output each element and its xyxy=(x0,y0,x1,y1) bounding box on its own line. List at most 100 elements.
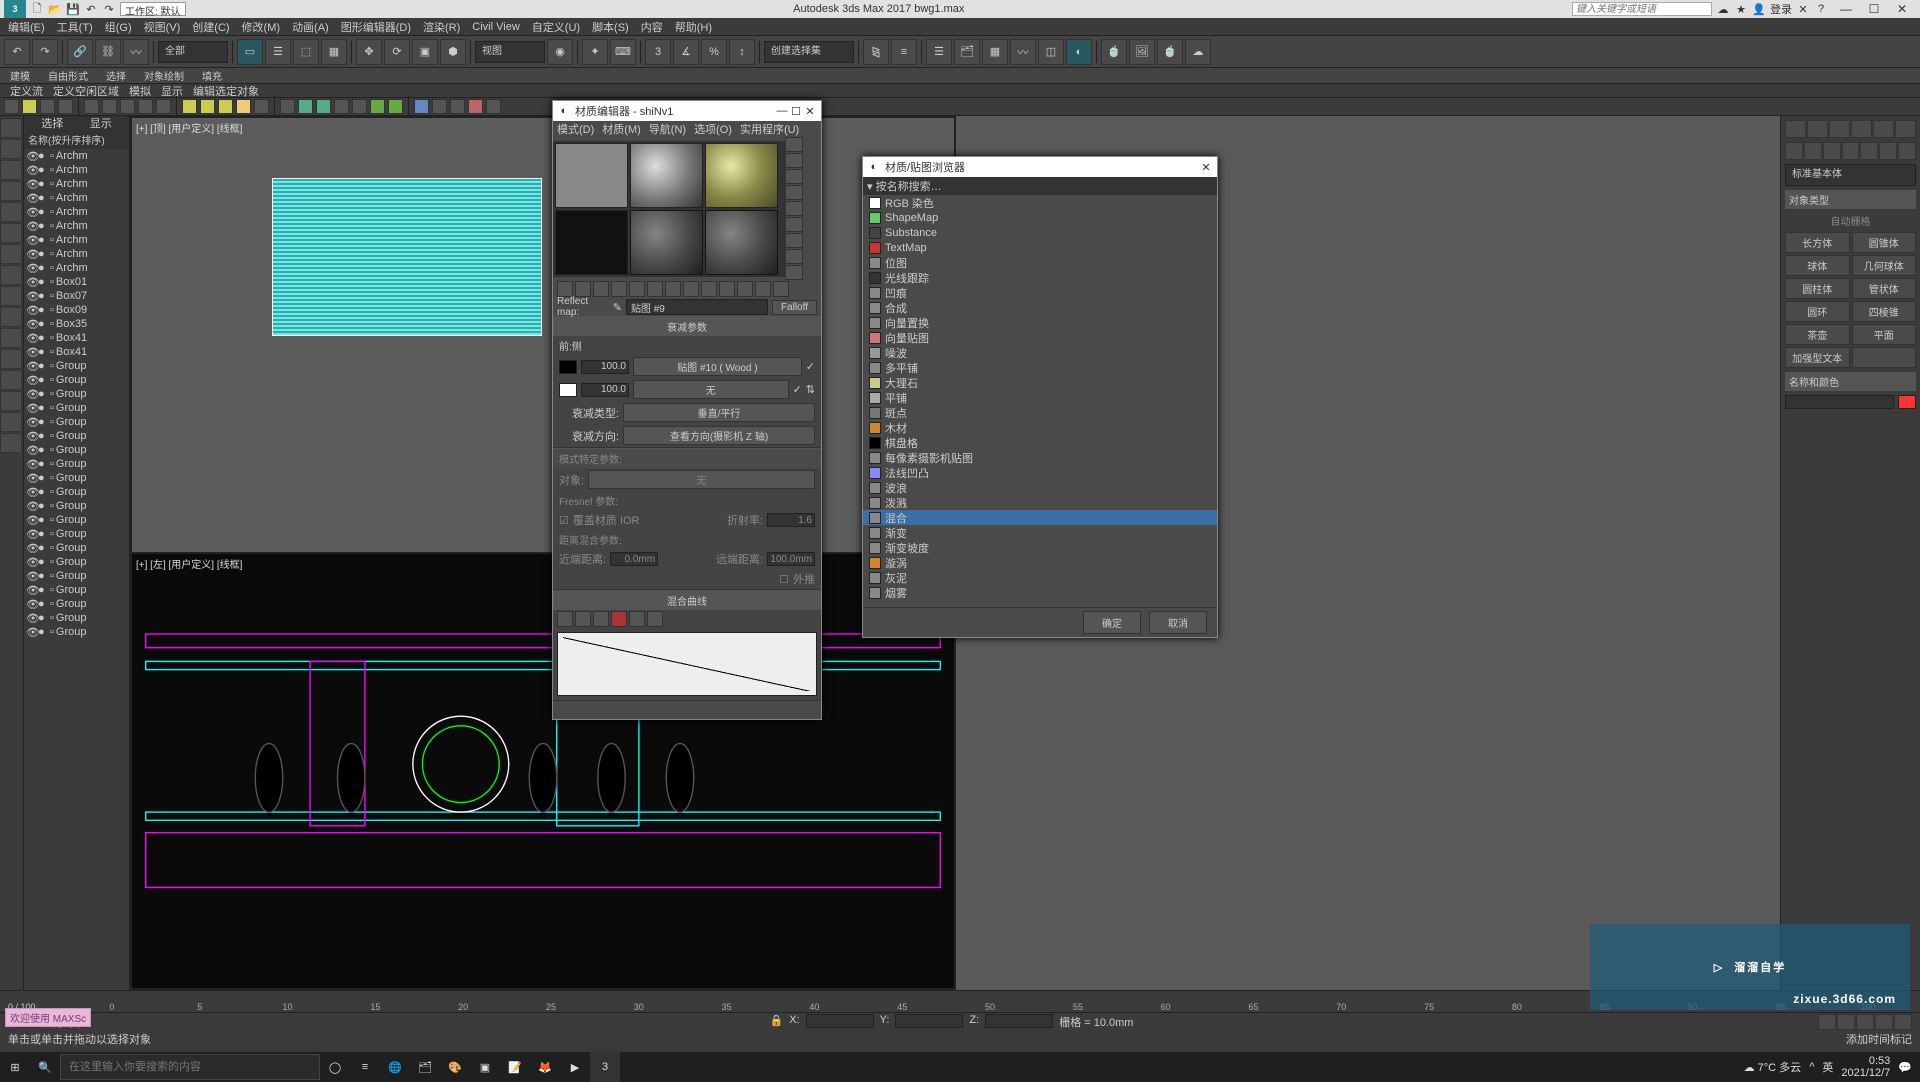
keyboard-button[interactable]: ⌨ xyxy=(610,39,636,65)
rotate-button[interactable]: ⟳ xyxy=(384,39,410,65)
freeze-icon[interactable]: ● xyxy=(38,346,48,358)
subribbon-item[interactable]: 定义流 xyxy=(10,83,43,99)
visibility-icon[interactable]: 👁 xyxy=(26,514,36,527)
lock-icon[interactable]: 🔒 xyxy=(770,1014,784,1030)
visibility-icon[interactable]: 👁 xyxy=(26,570,36,583)
primitive-button[interactable]: 圆锥体 xyxy=(1852,232,1917,253)
outliner-item[interactable]: 👁●▫Group xyxy=(24,611,129,625)
outliner-item[interactable]: 👁●▫Group xyxy=(24,359,129,373)
visibility-icon[interactable]: 👁 xyxy=(26,612,36,625)
menu-graph[interactable]: 图形编辑器(D) xyxy=(341,19,411,35)
visibility-icon[interactable]: 👁 xyxy=(26,234,36,247)
cmdtab-create[interactable] xyxy=(1785,120,1806,138)
ribbon-tab[interactable]: 选择 xyxy=(106,68,126,83)
freeze-icon[interactable]: ● xyxy=(38,444,48,456)
menu-group[interactable]: 组(G) xyxy=(105,19,132,35)
freeze-icon[interactable]: ● xyxy=(38,486,48,498)
coord-y[interactable] xyxy=(895,1014,963,1028)
outliner-item[interactable]: 👁●▫Box07 xyxy=(24,289,129,303)
menu-render[interactable]: 渲染(R) xyxy=(423,19,460,35)
visibility-icon[interactable]: 👁 xyxy=(26,430,36,443)
browser-item[interactable]: 光线跟踪 xyxy=(863,270,1217,285)
start-button[interactable]: ⊞ xyxy=(0,1052,30,1082)
region-rect-button[interactable]: ⬚ xyxy=(293,39,319,65)
refcoord-dropdown[interactable]: 视图 xyxy=(475,41,545,63)
redo-icon[interactable]: ↷ xyxy=(102,2,116,16)
align-button[interactable]: ≡ xyxy=(891,39,917,65)
scale-button[interactable]: ▣ xyxy=(412,39,438,65)
outliner-item[interactable]: 👁●▫Archm xyxy=(24,261,129,275)
freeze-icon[interactable]: ● xyxy=(38,178,48,190)
outliner-item[interactable]: 👁●▫Group xyxy=(24,443,129,457)
next-frame[interactable] xyxy=(1875,1014,1893,1030)
scene-explorer-button[interactable]: 🗂 xyxy=(954,39,980,65)
ribbon-tab[interactable]: 自由形式 xyxy=(48,68,88,83)
browser-item[interactable]: 凹痕 xyxy=(863,285,1217,300)
freeze-icon[interactable]: ● xyxy=(38,318,48,330)
freeze-icon[interactable]: ● xyxy=(38,220,48,232)
material-slot[interactable] xyxy=(555,210,628,275)
notifications-icon[interactable]: 💬 xyxy=(1898,1061,1912,1074)
visibility-icon[interactable]: 👁 xyxy=(26,290,36,303)
login-label[interactable]: 登录 xyxy=(1770,1,1792,17)
visibility-icon[interactable]: 👁 xyxy=(26,458,36,471)
browser-item[interactable]: 棋盘格 xyxy=(863,435,1217,450)
outliner-item[interactable]: 👁●▫Group xyxy=(24,527,129,541)
subribbon-item[interactable]: 定义空闲区域 xyxy=(53,83,119,99)
visibility-icon[interactable]: 👁 xyxy=(26,304,36,317)
browser-item[interactable]: 法线凹凸 xyxy=(863,465,1217,480)
visibility-icon[interactable]: 👁 xyxy=(26,556,36,569)
visibility-icon[interactable]: 👁 xyxy=(26,584,36,597)
browser-item[interactable]: 平铺 xyxy=(863,390,1217,405)
freeze-icon[interactable]: ● xyxy=(38,584,48,596)
outliner-item[interactable]: 👁●▫Archm xyxy=(24,177,129,191)
outliner-item[interactable]: 👁●▫Archm xyxy=(24,205,129,219)
outliner-item[interactable]: 👁●▫Group xyxy=(24,583,129,597)
freeze-icon[interactable]: ● xyxy=(38,248,48,260)
freeze-icon[interactable]: ● xyxy=(38,234,48,246)
subribbon-item[interactable]: 模拟 xyxy=(129,83,151,99)
manip-button[interactable]: ✦ xyxy=(582,39,608,65)
visibility-icon[interactable]: 👁 xyxy=(26,542,36,555)
freeze-icon[interactable]: ● xyxy=(38,164,48,176)
outliner-item[interactable]: 👁●▫Group xyxy=(24,499,129,513)
browser-ok-button[interactable]: 确定 xyxy=(1083,611,1141,634)
curve-move-icon[interactable] xyxy=(557,611,573,627)
rendered-frame-button[interactable]: 🖼 xyxy=(1129,39,1155,65)
max-button[interactable]: ☐ xyxy=(1860,2,1888,16)
amount1-spinner[interactable] xyxy=(581,360,629,374)
outliner-sort-header[interactable]: 名称(按升序排序) xyxy=(24,130,129,149)
dummy-icon[interactable] xyxy=(4,99,19,114)
workspace-dropdown[interactable]: 工作区: 默认 xyxy=(120,2,186,16)
color1-swatch[interactable] xyxy=(559,360,577,374)
cmdtab-modify[interactable] xyxy=(1807,120,1828,138)
browser-item[interactable]: 渐变 xyxy=(863,525,1217,540)
visibility-icon[interactable]: 👁 xyxy=(26,402,36,415)
visibility-icon[interactable]: 👁 xyxy=(26,598,36,611)
browser-item[interactable]: 木材 xyxy=(863,420,1217,435)
color-swatch[interactable] xyxy=(1898,395,1916,409)
outliner-item[interactable]: 👁●▫Group xyxy=(24,597,129,611)
material-editor-button[interactable]: ◐ xyxy=(1066,39,1092,65)
unlink-button[interactable]: ⛓ xyxy=(95,39,121,65)
outliner-item[interactable]: 👁●▫Group xyxy=(24,457,129,471)
outliner-item[interactable]: 👁●▫Group xyxy=(24,513,129,527)
freeze-icon[interactable]: ● xyxy=(38,528,48,540)
menu-custom[interactable]: 自定义(U) xyxy=(532,19,580,35)
freeze-icon[interactable]: ● xyxy=(38,374,48,386)
visibility-icon[interactable]: 👁 xyxy=(26,332,36,345)
falloff-type-button[interactable]: Falloff xyxy=(772,300,817,315)
freeze-icon[interactable]: ● xyxy=(38,332,48,344)
menu-modify[interactable]: 修改(M) xyxy=(242,19,281,35)
browser-search[interactable]: 按名称搜索… xyxy=(876,178,942,194)
freeze-icon[interactable]: ● xyxy=(38,430,48,442)
app2-icon[interactable]: ▶ xyxy=(560,1052,590,1082)
freeze-icon[interactable]: ● xyxy=(38,556,48,568)
tray-chevron-icon[interactable]: ^ xyxy=(1809,1061,1814,1073)
sample-type-icon[interactable] xyxy=(785,137,803,152)
ribbon-tab[interactable]: 建模 xyxy=(10,68,30,83)
freeze-icon[interactable]: ● xyxy=(38,276,48,288)
select-name-button[interactable]: ☰ xyxy=(265,39,291,65)
mirror-button[interactable]: ⧎ xyxy=(863,39,889,65)
visibility-icon[interactable]: 👁 xyxy=(26,318,36,331)
